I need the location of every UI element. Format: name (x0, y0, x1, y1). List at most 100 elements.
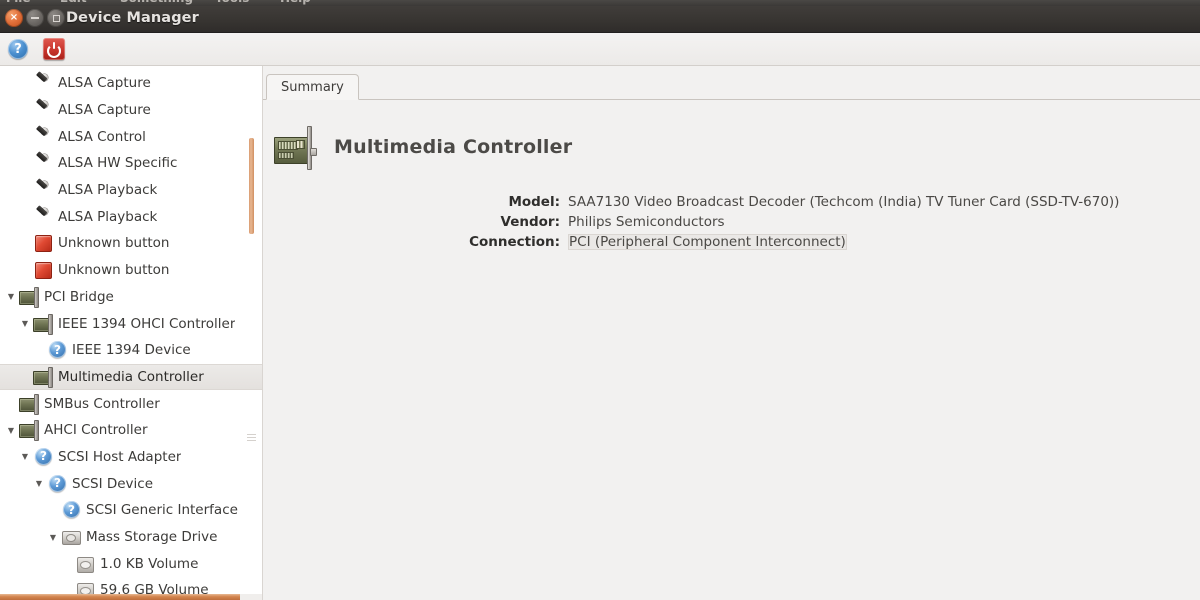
menu-item-file[interactable]: File (6, 0, 31, 5)
power-button[interactable] (40, 35, 68, 63)
help-icon: ? (8, 39, 28, 59)
tree-item-label: SCSI Host Adapter (58, 448, 182, 465)
property-label: Connection: (469, 234, 560, 250)
menu-item-tools[interactable]: Tools (215, 0, 249, 5)
device-title: Multimedia Controller (334, 136, 573, 158)
property-row: Vendor: Philips Semiconductors (263, 212, 1119, 232)
tree-item[interactable]: SCSI Generic Interface (0, 497, 262, 524)
tree-item-label: SMBus Controller (44, 395, 160, 412)
tree-item[interactable]: IEEE 1394 Device (0, 337, 262, 364)
help-button[interactable]: ? (4, 35, 32, 63)
tree-item[interactable]: ▼ Mass Storage Drive (0, 524, 262, 551)
microphone-icon (32, 73, 54, 93)
expand-triangle-icon[interactable]: ▼ (4, 292, 18, 301)
tree-item[interactable]: ▼ SCSI Device (0, 470, 262, 497)
property-value[interactable]: PCI (Peripheral Component Interconnect) (568, 234, 847, 250)
tree-vertical-scrollbar-thumb[interactable] (249, 138, 254, 234)
property-value-cell: SAA7130 Video Broadcast Decoder (Techcom… (568, 192, 1119, 212)
tree-item-label: Mass Storage Drive (86, 529, 218, 546)
question-icon (46, 340, 68, 360)
menu-item-help[interactable]: Help (280, 0, 311, 5)
hard-drive-icon (60, 527, 82, 547)
tree-item[interactable]: ALSA Playback (0, 177, 262, 204)
tree-item-label: Multimedia Controller (58, 368, 204, 385)
microphone-icon (32, 207, 54, 227)
window-title: Device Manager (66, 10, 199, 26)
tree-item-label: 1.0 KB Volume (100, 555, 199, 572)
tree-item-label: SCSI Generic Interface (86, 502, 238, 519)
tree-item-label: Unknown button (58, 235, 170, 252)
device-manager-window: File Edit Something Tools Help × Device … (0, 0, 1200, 600)
tree-item[interactable]: ALSA Control (0, 123, 262, 150)
question-icon (46, 474, 68, 494)
tree-item[interactable]: ALSA HW Specific (0, 150, 262, 177)
tree-item-label: AHCI Controller (44, 422, 148, 439)
property-value[interactable]: Philips Semiconductors (568, 214, 725, 230)
global-menu-bar[interactable]: File Edit Something Tools Help (0, 0, 1200, 6)
close-icon[interactable]: × (5, 9, 23, 27)
property-value-cell: Philips Semiconductors (568, 212, 1119, 232)
device-header: Multimedia Controller (263, 124, 1200, 170)
tree-item[interactable]: ▼ SCSI Host Adapter (0, 444, 262, 471)
detail-panel: Summary Multimedia Controller Model: SAA7… (263, 66, 1200, 600)
maximize-icon[interactable] (47, 9, 65, 27)
power-icon (43, 38, 65, 60)
tree-item-label: ALSA Playback (58, 182, 158, 199)
property-value[interactable]: SAA7130 Video Broadcast Decoder (Techcom… (568, 194, 1119, 210)
expand-triangle-icon[interactable]: ▼ (32, 479, 46, 488)
tab-summary[interactable]: Summary (266, 74, 359, 100)
pci-card-icon (32, 366, 54, 388)
microphone-icon (32, 180, 54, 200)
pci-card-icon (18, 420, 40, 442)
volume-icon (74, 554, 96, 574)
tree-item-label: ALSA Capture (58, 102, 151, 119)
tree-item-label: IEEE 1394 OHCI Controller (58, 315, 236, 332)
pci-card-icon (272, 124, 320, 170)
tree-item-label: IEEE 1394 Device (72, 342, 191, 359)
question-icon (32, 447, 54, 467)
minimize-icon[interactable] (26, 9, 44, 27)
property-label: Model: (508, 194, 560, 210)
question-icon (60, 500, 82, 520)
tree-item-label: ALSA Control (58, 128, 146, 145)
tree-item[interactable]: ALSA Playback (0, 203, 262, 230)
menu-item-something[interactable]: Something (120, 0, 193, 5)
red-square-icon (32, 233, 54, 253)
expand-triangle-icon[interactable]: ▼ (4, 426, 18, 435)
tree-horizontal-scrollbar-thumb[interactable] (0, 594, 240, 600)
window-controls: × (5, 9, 65, 27)
device-tree-panel: ALSA Capture ALSA Capture ALSA Control ALSA… (0, 66, 263, 600)
tree-item[interactable]: 1.0 KB Volume (0, 550, 262, 577)
expand-triangle-icon[interactable]: ▼ (18, 452, 32, 461)
tree-item-label: PCI Bridge (44, 288, 114, 305)
pci-card-icon (18, 286, 40, 308)
property-table: Model: SAA7130 Video Broadcast Decoder (T… (263, 192, 1119, 252)
tree-item[interactable]: Unknown button (0, 230, 262, 257)
microphone-icon (32, 66, 54, 70)
tree-item[interactable]: Multimedia Controller (0, 363, 262, 391)
expand-triangle-icon[interactable]: ▼ (46, 533, 60, 542)
expand-triangle-icon[interactable]: ▼ (18, 319, 32, 328)
tree-item[interactable]: Unknown button (0, 257, 262, 284)
property-row: Model: SAA7130 Video Broadcast Decoder (T… (263, 192, 1119, 212)
tree-item[interactable]: SMBus Controller (0, 390, 262, 417)
scrollbar-grip-icon (247, 434, 256, 441)
tree-item[interactable]: ▼ AHCI Controller (0, 417, 262, 444)
detail-body: Multimedia Controller Model: SAA7130 Vide… (263, 100, 1200, 600)
tree-item[interactable]: ▼ IEEE 1394 OHCI Controller (0, 310, 262, 337)
title-bar: × Device Manager (0, 5, 1200, 33)
tree-item[interactable]: ALSA Capture (0, 97, 262, 124)
microphone-icon (32, 127, 54, 147)
tree-item-label: ALSA Capture (58, 75, 151, 92)
tree-item[interactable]: ALSA Capture (0, 70, 262, 97)
tree-item-label: ALSA Playback (58, 208, 158, 225)
property-label: Vendor: (500, 214, 560, 230)
microphone-icon (32, 100, 54, 120)
property-value-cell: PCI (Peripheral Component Interconnect) (568, 232, 1119, 252)
tree-item-label: SCSI Device (72, 475, 154, 492)
toolbar: ? (0, 33, 1200, 66)
device-tree[interactable]: ALSA Capture ALSA Capture ALSA Control ALSA… (0, 66, 262, 600)
tree-item[interactable]: ▼ PCI Bridge (0, 284, 262, 311)
menu-item-edit[interactable]: Edit (60, 0, 87, 5)
property-row: Connection: PCI (Peripheral Component Int… (263, 232, 1119, 252)
